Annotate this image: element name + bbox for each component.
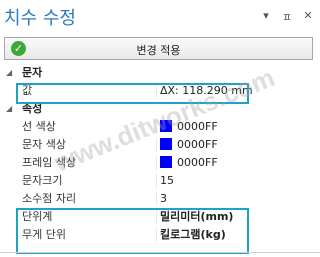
property-name: 문자 색상 [22,138,66,151]
property-row-decimal-places[interactable]: 소수점 자리 3 [4,190,313,208]
pin-icon[interactable]: ㅍ [281,9,293,25]
property-value[interactable]: 15 [160,172,174,190]
property-row-line-color[interactable]: 선 색상 0000FF [4,118,313,136]
highlight-units-rows [16,208,249,254]
apply-changes-label: 변경 적용 [136,44,181,57]
column-divider [156,192,157,206]
color-swatch [160,138,172,150]
color-swatch [160,156,172,168]
property-row-text-color[interactable]: 문자 색상 0000FF [4,136,313,154]
color-hex: 0000FF [177,120,218,133]
color-swatch [160,120,172,132]
close-icon[interactable]: ✕ [302,9,314,25]
property-value[interactable]: 0000FF [160,154,218,172]
category-text[interactable]: ◢ 문자 [4,64,313,82]
column-divider [156,174,157,188]
apply-changes-button[interactable]: ✓ 변경 적용 [4,37,313,60]
property-row-frame-color[interactable]: 프레임 색상 0000FF [4,154,313,172]
column-divider [156,138,157,152]
panel-title: 치수 수정 [4,8,76,29]
property-name: 선 색상 [22,120,56,133]
property-value[interactable]: 0000FF [160,118,218,136]
dropdown-icon[interactable]: ▾ [260,9,272,25]
highlight-value-row [16,83,249,104]
property-value[interactable]: 3 [160,190,167,208]
property-row-text-size[interactable]: 문자크기 15 [4,172,313,190]
color-hex: 0000FF [177,156,218,169]
property-value[interactable]: 0000FF [160,136,218,154]
category-label: 문자 [22,66,43,79]
panel-titlebar: 치수 수정 ▾ ㅍ ✕ [0,0,320,34]
column-divider [156,156,157,170]
column-divider [156,120,157,134]
window-controls: ▾ ㅍ ✕ [260,9,314,25]
property-name: 프레임 색상 [22,156,77,169]
property-name: 소수점 자리 [22,192,77,205]
collapse-arrow-icon[interactable]: ◢ [6,100,12,118]
collapse-arrow-icon[interactable]: ◢ [6,64,12,82]
color-hex: 0000FF [177,138,218,151]
bottom-divider [0,252,320,253]
property-name: 문자크기 [22,174,63,187]
